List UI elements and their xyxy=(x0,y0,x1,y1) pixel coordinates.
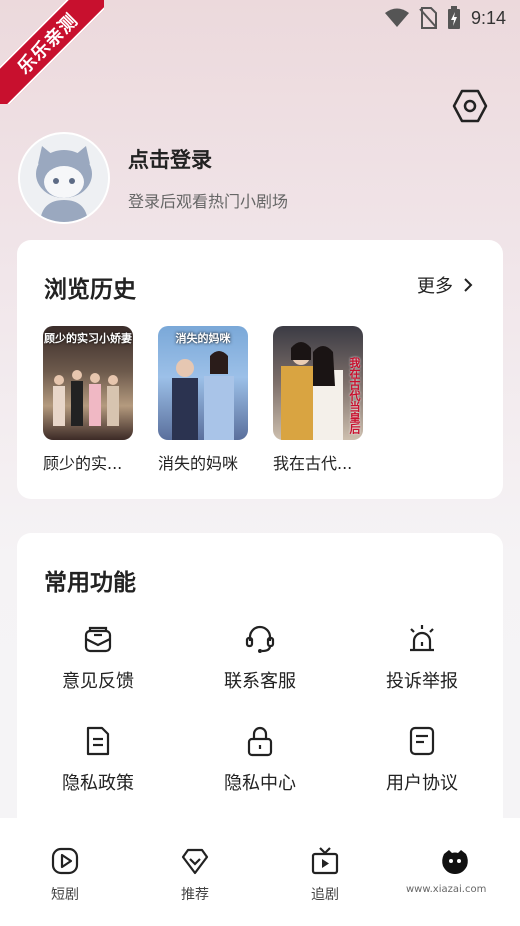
diamond-heart-icon xyxy=(181,848,209,875)
profile-section[interactable]: 点击登录 登录后观看热门小剧场 xyxy=(18,132,502,224)
settings-hex-icon[interactable] xyxy=(452,88,488,124)
feedback-label: 意见反馈 xyxy=(62,671,134,692)
user-agreement-button[interactable]: 用户协议 xyxy=(341,725,503,795)
login-subtitle: 登录后观看热门小剧场 xyxy=(128,192,289,211)
history-item-name: 顾少的实... xyxy=(43,454,123,473)
tab-recommend-label: 推荐 xyxy=(181,887,209,903)
tab-shorts-label: 短剧 xyxy=(51,887,79,903)
history-item[interactable]: 顾少的实习小娇妻 顾少的实... xyxy=(43,326,133,474)
feedback-button[interactable]: 意见反馈 xyxy=(17,623,179,693)
lock-icon xyxy=(247,726,273,757)
login-title[interactable]: 点击登录 xyxy=(128,144,288,174)
battery-charging-icon xyxy=(447,6,460,29)
report-label: 投诉举报 xyxy=(386,671,458,692)
watermark: www.xiazai.com xyxy=(404,876,520,924)
user-agreement-label: 用户协议 xyxy=(386,773,458,794)
play-circle-icon xyxy=(51,847,79,875)
agreement-icon xyxy=(409,726,435,756)
poster-image[interactable]: 我在古代当皇后 xyxy=(273,326,363,440)
tab-following-label: 追剧 xyxy=(311,887,339,903)
chevron-right-icon xyxy=(464,278,473,292)
history-item-name: 消失的妈咪 xyxy=(158,454,239,473)
customer-service-label: 联系客服 xyxy=(224,671,296,692)
privacy-policy-label: 隐私政策 xyxy=(62,773,134,794)
tab-recommend[interactable]: 推荐 xyxy=(130,818,260,926)
tab-following[interactable]: 追剧 xyxy=(260,818,390,926)
poster-image[interactable]: 消失的妈咪 xyxy=(158,326,248,440)
ribbon-text: 乐乐亲测 xyxy=(0,0,104,104)
customer-service-button[interactable]: 联系客服 xyxy=(179,623,341,693)
history-more-button[interactable]: 更多 xyxy=(417,272,473,298)
privacy-center-label: 隐私中心 xyxy=(224,773,296,794)
privacy-center-button[interactable]: 隐私中心 xyxy=(179,725,341,795)
status-time: 9:14 xyxy=(470,7,506,28)
wifi-icon xyxy=(384,8,409,27)
feedback-icon xyxy=(84,626,112,653)
history-title: 浏览历史 xyxy=(44,277,136,303)
profile-face-icon xyxy=(442,850,468,874)
no-sim-icon xyxy=(419,7,437,29)
poster-image[interactable]: 顾少的实习小娇妻 xyxy=(43,326,133,440)
tv-icon xyxy=(311,847,339,875)
history-item[interactable]: 消失的妈咪 消失的妈咪 xyxy=(158,326,248,474)
document-icon xyxy=(86,726,110,756)
default-avatar-icon xyxy=(20,134,108,222)
more-label: 更多 xyxy=(417,276,453,297)
avatar[interactable] xyxy=(18,132,110,224)
history-item-name: 我在古代... xyxy=(273,454,353,473)
functions-card: 常用功能 意见反馈 联系客服 投诉举报 隐私政策 隐私中心 用户协议 xyxy=(17,533,503,853)
alarm-icon xyxy=(410,625,434,652)
report-button[interactable]: 投诉举报 xyxy=(341,623,503,693)
tab-shorts[interactable]: 短剧 xyxy=(0,818,130,926)
functions-title: 常用功能 xyxy=(44,570,136,596)
history-item[interactable]: 我在古代当皇后 我在古代... xyxy=(273,326,363,474)
headset-icon xyxy=(245,625,275,653)
history-card: 浏览历史 更多 顾少的实习小娇妻 顾少的实... 消失的妈咪 消失的妈咪 我在古… xyxy=(17,240,503,499)
corner-ribbon: 乐乐亲测 xyxy=(0,0,104,104)
privacy-policy-button[interactable]: 隐私政策 xyxy=(17,725,179,795)
